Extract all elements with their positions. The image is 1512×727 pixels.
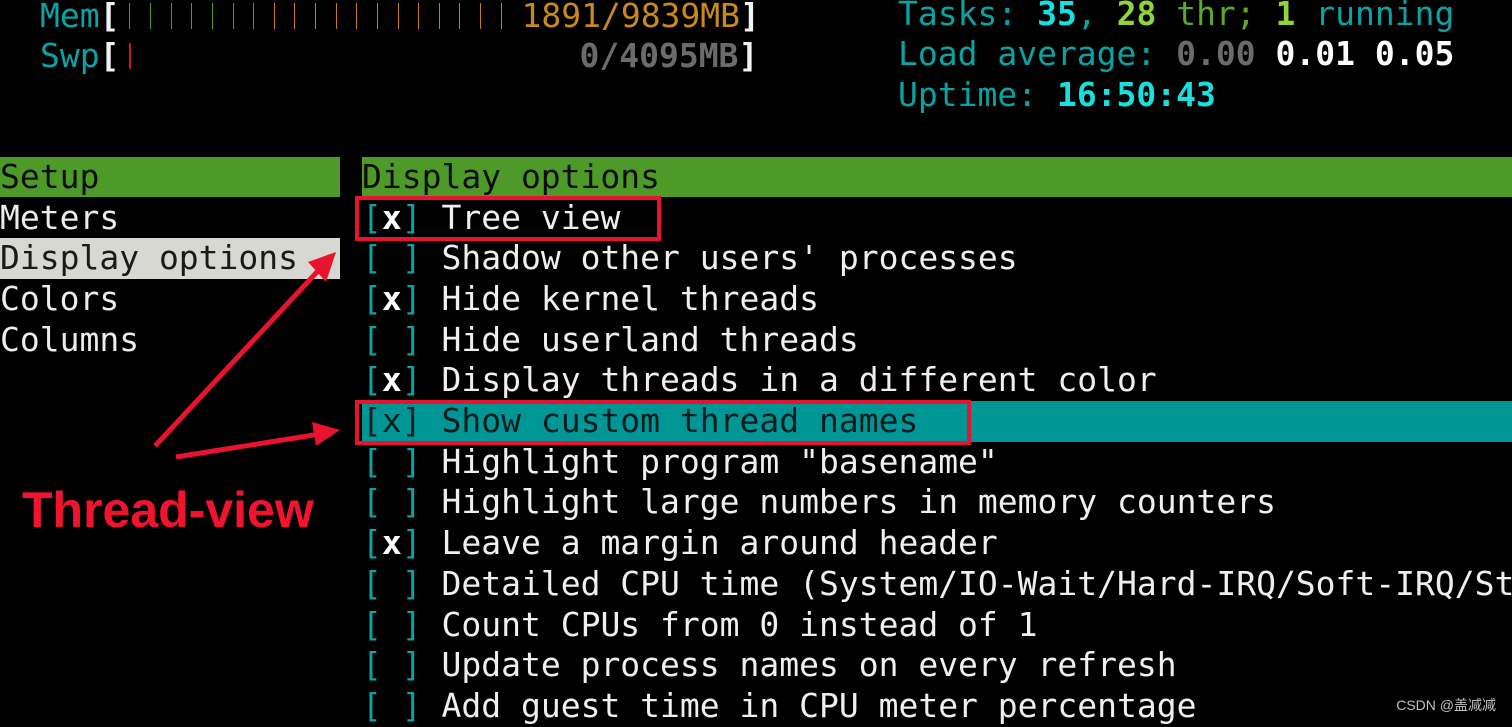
arrow-head-custom-thread-names (312, 422, 340, 446)
thread-view-annotation: Thread-view (22, 480, 314, 540)
watermark: CSDN @盖减减 (1396, 696, 1496, 714)
arrow-to-display-options (155, 258, 330, 446)
arrow-to-custom-thread-names (176, 434, 320, 457)
annotation-arrows (0, 0, 1512, 722)
